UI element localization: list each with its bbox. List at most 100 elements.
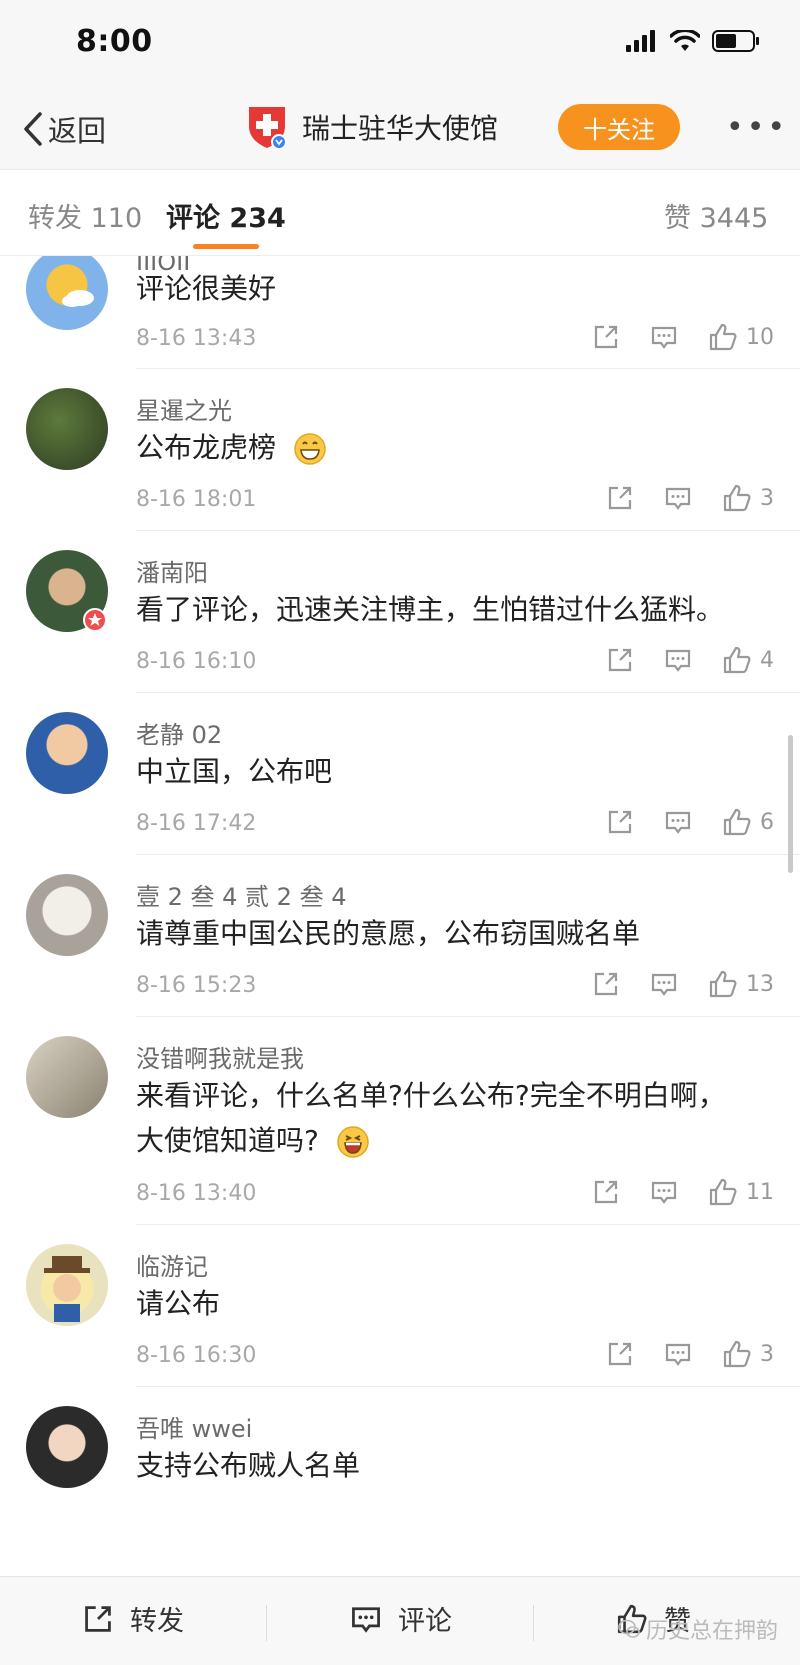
like-count: 10 — [746, 324, 774, 350]
comment-date: 8-16 15:23 — [136, 973, 257, 998]
share-button[interactable] — [606, 1340, 634, 1368]
comment-username[interactable]: 吾唯 wwei — [136, 1409, 252, 1444]
reply-button[interactable] — [664, 808, 692, 836]
tab-comment[interactable]: 评论 234 — [166, 196, 286, 235]
tab-bar: 转发 110 评论 234 赞 3445 — [0, 170, 800, 256]
verified-badge-icon — [83, 608, 107, 632]
comment-icon — [665, 487, 691, 510]
watermark: 历史总在押韵 — [618, 1613, 778, 1645]
comment-meta: 8-16 16:10 4 — [136, 645, 774, 681]
comment-username[interactable]: 星暹之光 — [136, 391, 232, 426]
comment-item: 潘南阳 看了评论，迅速关注博主，生怕错过什么猛料。 8-16 16:10 4 — [0, 531, 800, 692]
repost-button[interactable]: 转发 — [82, 1599, 184, 1638]
like-button[interactable]: 10 — [708, 322, 774, 352]
comment-list: IIIOII 评论很美好 8-16 13:43 10 星暹之光 公布龙虎榜 8-… — [0, 256, 800, 1576]
reply-button[interactable] — [650, 970, 678, 998]
reply-button[interactable] — [664, 484, 692, 512]
comment-meta: 8-16 13:43 10 — [136, 322, 774, 358]
account-header[interactable]: 瑞士驻华大使馆 — [246, 104, 498, 150]
comment-icon — [665, 649, 691, 672]
like-count: 3 — [760, 1341, 774, 1367]
share-button[interactable] — [606, 484, 634, 512]
avatar[interactable] — [26, 1406, 108, 1488]
status-bar: 8:00 — [0, 0, 800, 88]
avatar[interactable] — [26, 388, 108, 470]
comment-icon — [651, 1181, 677, 1204]
like-button[interactable]: 3 — [722, 1339, 774, 1369]
avatar[interactable] — [26, 1036, 108, 1118]
comment-text: 中立国，公布吧 — [136, 755, 333, 788]
comment-actions: 3 — [606, 483, 774, 513]
avatar[interactable] — [26, 256, 108, 330]
comment-item: 吾唯 wwei 支持公布贼人名单 — [0, 1387, 800, 1576]
like-button[interactable]: 13 — [708, 969, 774, 999]
like-button[interactable]: 4 — [722, 645, 774, 675]
more-options-button[interactable]: ••• — [726, 110, 788, 145]
comment-actions: 10 — [592, 322, 774, 352]
tab-like[interactable]: 赞 3445 — [664, 196, 768, 235]
share-button[interactable] — [592, 970, 620, 998]
comment-text: 请尊重中国公民的意愿，公布窃国贼名单 — [136, 917, 641, 950]
comment-actions: 3 — [606, 1339, 774, 1369]
comment-item: IIIOII 评论很美好 8-16 13:43 10 — [0, 256, 800, 368]
comment-username[interactable]: 老静 02 — [136, 715, 222, 750]
comment-button[interactable]: 评论 — [350, 1599, 452, 1638]
comment-icon — [352, 1606, 380, 1633]
comment-item: 临游记 请公布 8-16 16:30 3 — [0, 1225, 800, 1386]
watermark-text: 历史总在押韵 — [645, 1619, 778, 1644]
comment-icon — [651, 326, 677, 349]
sun-cloud-avatar-icon — [62, 290, 94, 307]
repost-label: 转发 — [130, 1606, 184, 1637]
comment-item: 老静 02 中立国，公布吧 8-16 17:42 6 — [0, 693, 800, 854]
like-count: 4 — [760, 647, 774, 673]
comment-text: 支持公布贼人名单 — [136, 1449, 361, 1482]
status-time: 8:00 — [76, 24, 153, 59]
tab-repost-count: 110 — [90, 203, 143, 234]
tab-repost[interactable]: 转发 110 — [28, 196, 142, 235]
comment-username[interactable]: 潘南阳 — [136, 553, 208, 588]
comment-username[interactable]: 壹 2 叁 4 贰 2 叁 4 — [136, 877, 346, 912]
comment-meta: 8-16 18:01 3 — [136, 483, 774, 519]
share-icon — [594, 325, 618, 349]
share-icon — [608, 1342, 632, 1366]
share-button[interactable] — [592, 323, 620, 351]
avatar[interactable] — [26, 712, 108, 794]
reply-button[interactable] — [664, 646, 692, 674]
comment-text-line2-body: 大使馆知道吗? — [136, 1124, 319, 1157]
avatar[interactable] — [26, 1244, 108, 1326]
active-tab-indicator — [193, 244, 259, 249]
cartoon-hat-avatar-icon — [44, 1256, 90, 1322]
scrollbar[interactable] — [788, 735, 793, 873]
back-button[interactable]: 返回 — [22, 108, 106, 150]
comment-actions: 6 — [606, 807, 774, 837]
like-button[interactable]: 6 — [722, 807, 774, 837]
divider — [266, 1605, 267, 1641]
reply-button[interactable] — [650, 323, 678, 351]
like-button[interactable]: 3 — [722, 483, 774, 513]
thumbs-up-icon — [723, 808, 751, 836]
comment-username[interactable]: 临游记 — [136, 1247, 208, 1282]
reply-button[interactable] — [664, 1340, 692, 1368]
share-button[interactable] — [606, 646, 634, 674]
swiss-shield-avatar-icon — [249, 107, 287, 150]
tab-comment-label: 评论 — [166, 203, 220, 234]
comment-icon — [665, 811, 691, 834]
comment-meta: 8-16 17:42 6 — [136, 807, 774, 843]
share-button[interactable] — [592, 1178, 620, 1206]
reply-button[interactable] — [650, 1178, 678, 1206]
grin-emoji-icon — [294, 433, 326, 465]
back-label: 返回 — [48, 114, 107, 148]
comment-item: 壹 2 叁 4 贰 2 叁 4 请尊重中国公民的意愿，公布窃国贼名单 8-16 … — [0, 855, 800, 1016]
like-count: 6 — [760, 809, 774, 835]
like-button[interactable]: 11 — [708, 1177, 774, 1207]
comment-label: 评论 — [398, 1606, 452, 1637]
tab-like-count: 3445 — [699, 203, 769, 234]
thumbs-up-icon — [723, 646, 751, 674]
comment-actions: 13 — [592, 969, 774, 999]
share-button[interactable] — [606, 808, 634, 836]
wifi-icon — [670, 30, 700, 51]
avatar[interactable] — [26, 874, 108, 956]
follow-button[interactable]: 十关注 — [558, 104, 680, 150]
like-count: 13 — [746, 971, 774, 997]
comment-username[interactable]: 没错啊我就是我 — [136, 1039, 304, 1074]
